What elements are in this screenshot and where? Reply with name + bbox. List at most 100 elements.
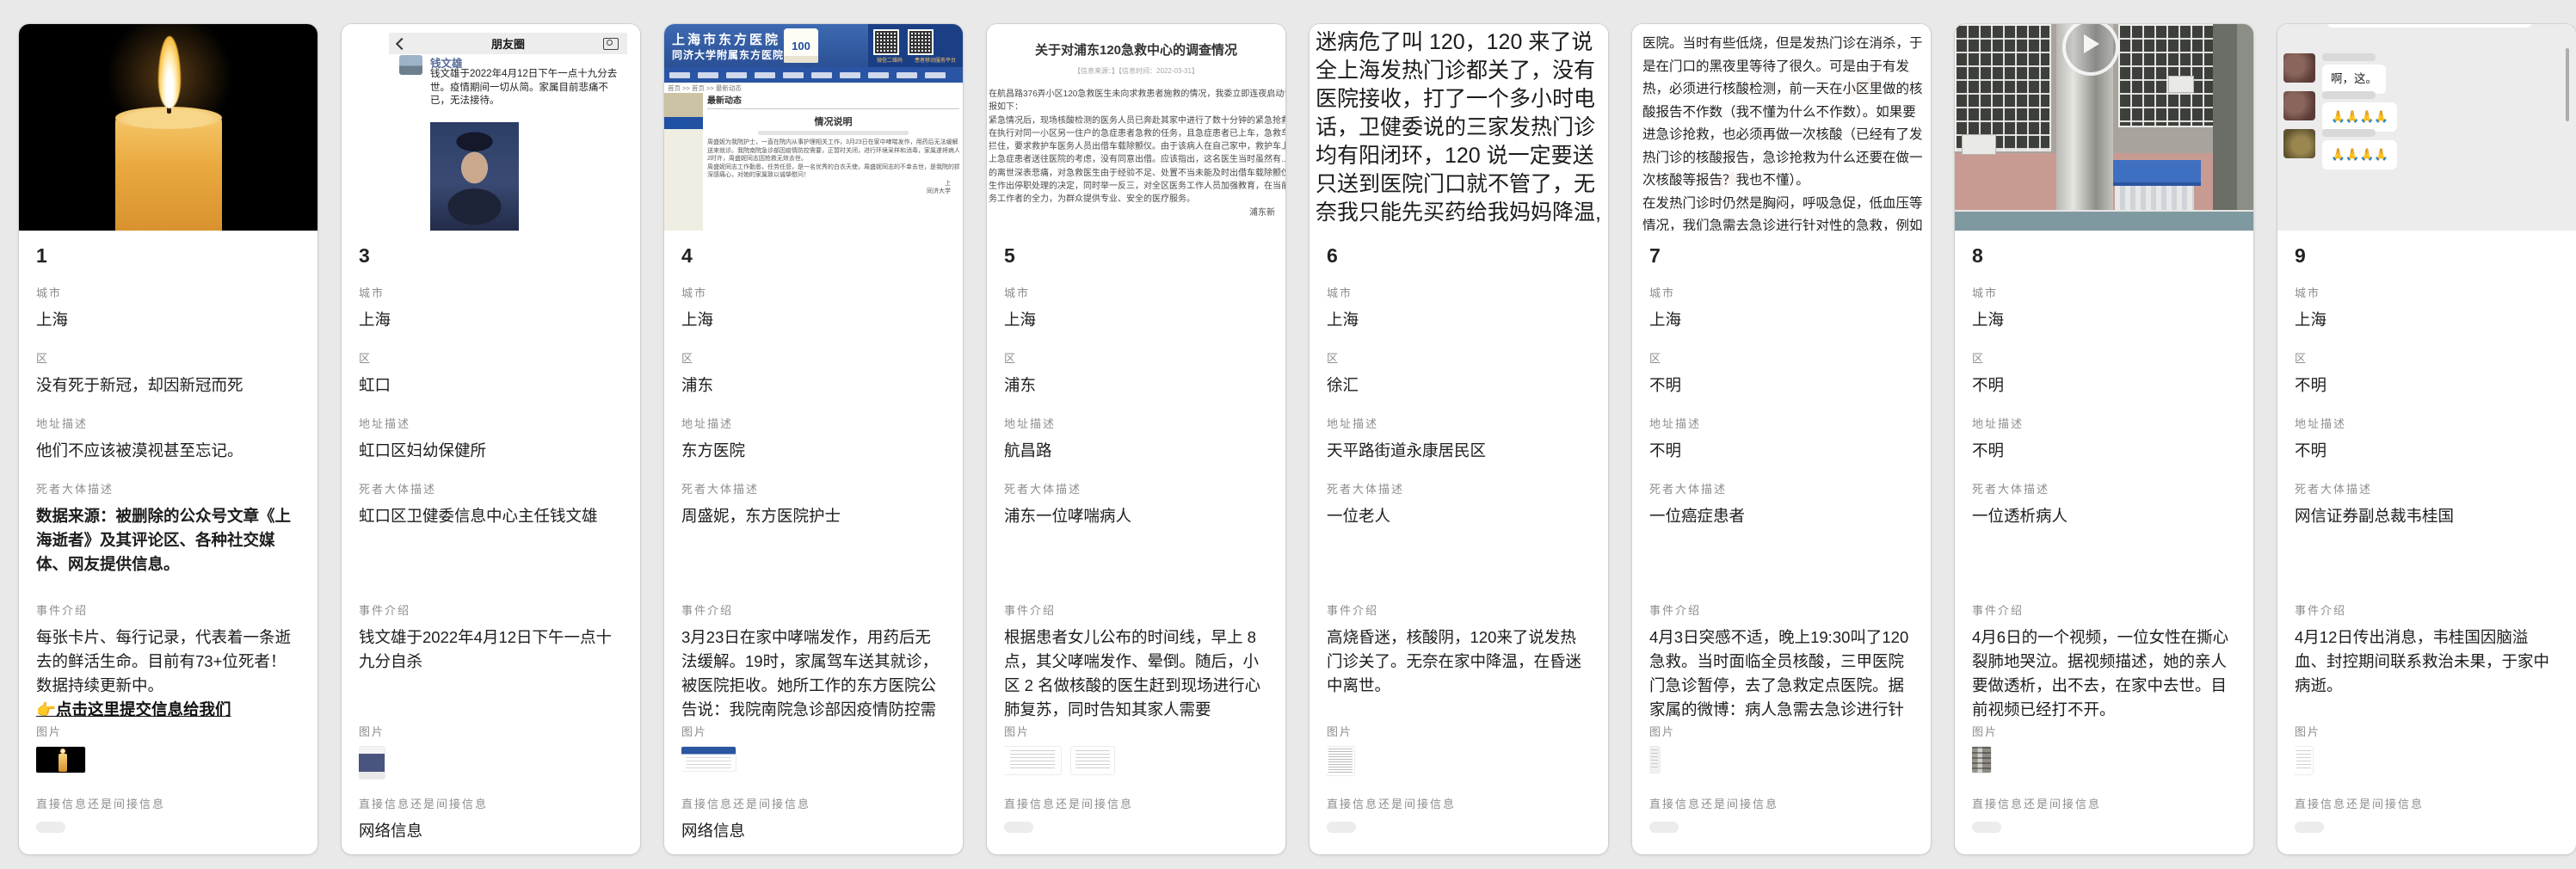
chat-avatar <box>2283 53 2315 83</box>
record-number: 9 <box>2295 231 2559 287</box>
record-card-7[interactable]: 医院。当时有些低烧，但是发热门诊在消杀，于是在门口的黑夜里等待了很久。可是由于有… <box>1632 24 1931 854</box>
field-label-image: 图片 <box>1327 725 1591 739</box>
field-direct: 直接信息还是间接信息 <box>1004 798 1268 833</box>
field-district: 区虹口 <box>359 352 623 417</box>
field-value-deceased: 数据来源：被删除的公众号文章《上海逝者》及其评论区、各种社交媒体、网友提供信息。 <box>36 504 300 576</box>
site-sidebar <box>664 93 703 231</box>
event-text: 4月3日突感不适，晚上19:30叫了120急救。当时面临全员核酸，三甲医院门急诊… <box>1649 628 1908 725</box>
field-image: 图片 <box>1649 725 1914 798</box>
chat-bubble: 只有其女儿眼见其病逝...🙏🙏🙏 <box>2327 24 2532 28</box>
field-value-city: 上海 <box>36 308 300 332</box>
field-address: 地址描述天平路街道永康居民区 <box>1327 417 1591 483</box>
chat-bubble: 🙏🙏🙏🙏 <box>2322 102 2397 132</box>
field-label-city: 城市 <box>1649 287 1914 300</box>
field-value-district: 没有死于新冠，却因新冠而死 <box>36 373 300 398</box>
doc-attachment-thumbnail[interactable] <box>1071 747 1114 774</box>
field-value-address: 航昌路 <box>1004 439 1268 463</box>
candle-attachment-thumbnail[interactable] <box>36 747 85 773</box>
field-label-event: 事件介绍 <box>681 604 946 618</box>
ac-unit <box>1962 134 1996 155</box>
thumbnail-lines <box>686 757 731 768</box>
back-chevron-icon <box>396 38 408 50</box>
record-body: 7城市上海区不明地址描述不明死者大体描述一位癌症患者事件介绍4月3日突感不适，晚… <box>1632 231 1931 833</box>
record-card-8[interactable]: 8城市上海区不明地址描述不明死者大体描述一位透析病人事件介绍4月6日的一个视频，… <box>1955 24 2253 854</box>
text-screenshot: 迷病危了叫 120，120 来了说全上海发热门诊都关了，没有医院接收，打了一个多… <box>1310 24 1608 227</box>
doc-attachment-thumbnail[interactable] <box>2295 747 2313 774</box>
document-body-line: 在执行对同一小区另一住户的急症患者急救的任务，且急症患者已上车，急救车 <box>987 127 1285 140</box>
qr-label: 患者移动服务平台 <box>915 56 956 64</box>
field-label-image: 图片 <box>36 725 300 739</box>
field-label-address: 地址描述 <box>1327 417 1591 431</box>
submit-info-link[interactable]: 👉点击这里提交信息给我们 <box>36 698 300 722</box>
field-direct: 直接信息还是间接信息网络信息 <box>359 798 623 843</box>
field-label-district: 区 <box>1004 352 1268 366</box>
field-image: 图片 <box>36 725 300 798</box>
document-body-line: 浦东新 <box>987 206 1285 219</box>
document-body-line: 务工作者的全力，为群众提供专业、安全的医疗服务。 <box>987 193 1285 206</box>
field-value-deceased: 一位老人 <box>1327 504 1591 528</box>
building-attachment-thumbnail[interactable] <box>1972 747 1991 773</box>
record-card-3[interactable]: 朋友圈钱文雄钱文雄于2022年4月12日下午一点十九分去世。疫情期间一切从简。家… <box>342 24 640 854</box>
field-label-event: 事件介绍 <box>1649 604 1914 618</box>
field-address: 地址描述不明 <box>1972 417 2236 483</box>
field-value-address: 东方医院 <box>681 439 946 463</box>
record-card-9[interactable]: 只有其女儿眼见其病逝...🙏🙏🙏啊，这。🙏🙏🙏🙏🙏🙏🙏🙏9城市上海区不明地址描述… <box>2277 24 2576 854</box>
record-card-5[interactable]: 关于对浦东120急救中心的调查情况【信息来源：】【信息时间：2022-03-31… <box>987 24 1285 854</box>
field-label-city: 城市 <box>2295 287 2559 300</box>
record-card-4[interactable]: 上海市东方医院同济大学附属东方医院100微信二维码患者移动服务平台首页 >> 首… <box>664 24 963 854</box>
attachment-thumbnails <box>1327 747 1591 775</box>
field-value-event: 根据患者女儿公布的时间线，早上 8 点，其父哮喘发作、晕倒。随后，小区 2 名做… <box>1004 626 1268 725</box>
window-grid <box>1955 24 2051 151</box>
field-district: 区不明 <box>1972 352 2236 417</box>
slim-attachment-thumbnail[interactable] <box>1649 747 1660 773</box>
field-label-event: 事件介绍 <box>1972 604 2236 618</box>
field-city: 城市上海 <box>359 287 623 352</box>
attachment-thumbnails <box>36 747 300 773</box>
event-text: 4月12日传出消息，韦桂国因脑溢血、封控期间联系救治未果，于家中病逝。 <box>2295 628 2549 694</box>
field-label-deceased: 死者大体描述 <box>681 483 946 496</box>
post-photo <box>430 122 519 231</box>
nav-item-placeholder <box>726 72 747 78</box>
field-deceased: 死者大体描述一位老人 <box>1327 483 1591 604</box>
record-cover-image: 上海市东方医院同济大学附属东方医院100微信二维码患者移动服务平台首页 >> 首… <box>664 24 963 231</box>
field-value-city: 上海 <box>1004 308 1268 332</box>
field-label-deceased: 死者大体描述 <box>359 483 623 496</box>
text-line: 是在门口的黑夜里等待了很久。可是由于有发 <box>1642 56 1931 79</box>
thumbnail-lines <box>1010 750 1056 770</box>
field-deceased: 死者大体描述一位癌症患者 <box>1649 483 1914 604</box>
field-event: 事件介绍4月12日传出消息，韦桂国因脑溢血、封控期间联系救治未果，于家中病逝。 <box>2295 604 2559 725</box>
text-line: 医院。当时有些低烧，但是发热门诊在消杀，于 <box>1642 33 1931 56</box>
record-card-6[interactable]: 迷病危了叫 120，120 来了说全上海发热门诊都关了，没有医院接收，打了一个多… <box>1310 24 1608 854</box>
field-label-image: 图片 <box>681 725 946 739</box>
qr-pattern <box>909 31 932 53</box>
document-body-line: 紧急情况后，现场核酸检测的医务人员已奔赴其家中进行了数十分钟的紧急抢救， <box>987 114 1285 127</box>
wechat-post-attachment-thumbnail[interactable] <box>359 747 385 779</box>
text-attachment-thumbnail[interactable] <box>1327 747 1354 775</box>
announcement-body-line: 周盛妮为我院护士，一直在院内从事护理相关工作，3月23日在家中哮喘发作，用药后无… <box>707 139 959 147</box>
attachment-thumbnails <box>1004 747 1268 774</box>
thumbnail-lines <box>1972 747 1991 773</box>
field-event: 事件介绍3月23日在家中哮喘发作，用药后无法缓解。19时，家属驾车送其就诊，被医… <box>681 604 946 725</box>
doc-attachment-thumbnail[interactable] <box>1004 747 1061 774</box>
record-body: 1城市上海区没有死于新冠，却因新冠而死地址描述他们不应该被漠视甚至忘记。死者大体… <box>19 231 317 833</box>
site-nav <box>664 67 963 83</box>
webpage-attachment-thumbnail[interactable] <box>681 747 736 771</box>
field-label-direct: 直接信息还是间接信息 <box>2295 798 2559 811</box>
thumbnail-lines <box>1075 750 1110 770</box>
record-body: 8城市上海区不明地址描述不明死者大体描述一位透析病人事件介绍4月6日的一个视频，… <box>1955 231 2253 833</box>
chat-name-blurred <box>2322 53 2376 61</box>
field-label-image: 图片 <box>1972 725 2236 739</box>
thumb-candle-body <box>59 754 67 772</box>
field-district: 区浦东 <box>1004 352 1268 417</box>
document-body-line: 报如下： <box>987 101 1285 114</box>
field-city: 城市上海 <box>1972 287 2236 352</box>
scrollbar[interactable] <box>2566 48 2569 121</box>
field-label-district: 区 <box>1327 352 1591 366</box>
field-value-direct: 网络信息 <box>681 819 946 843</box>
record-card-1[interactable]: 1城市上海区没有死于新冠，却因新冠而死地址描述他们不应该被漠视甚至忘记。死者大体… <box>19 24 317 854</box>
record-cover-image <box>19 24 317 231</box>
field-address: 地址描述航昌路 <box>1004 417 1268 483</box>
nav-item-placeholder <box>840 72 860 78</box>
window <box>1955 24 2051 151</box>
document-body: 在航昌路376弄小区120急救医生未向求救患者施救的情况，我委立即连夜启动调报如… <box>987 88 1285 219</box>
